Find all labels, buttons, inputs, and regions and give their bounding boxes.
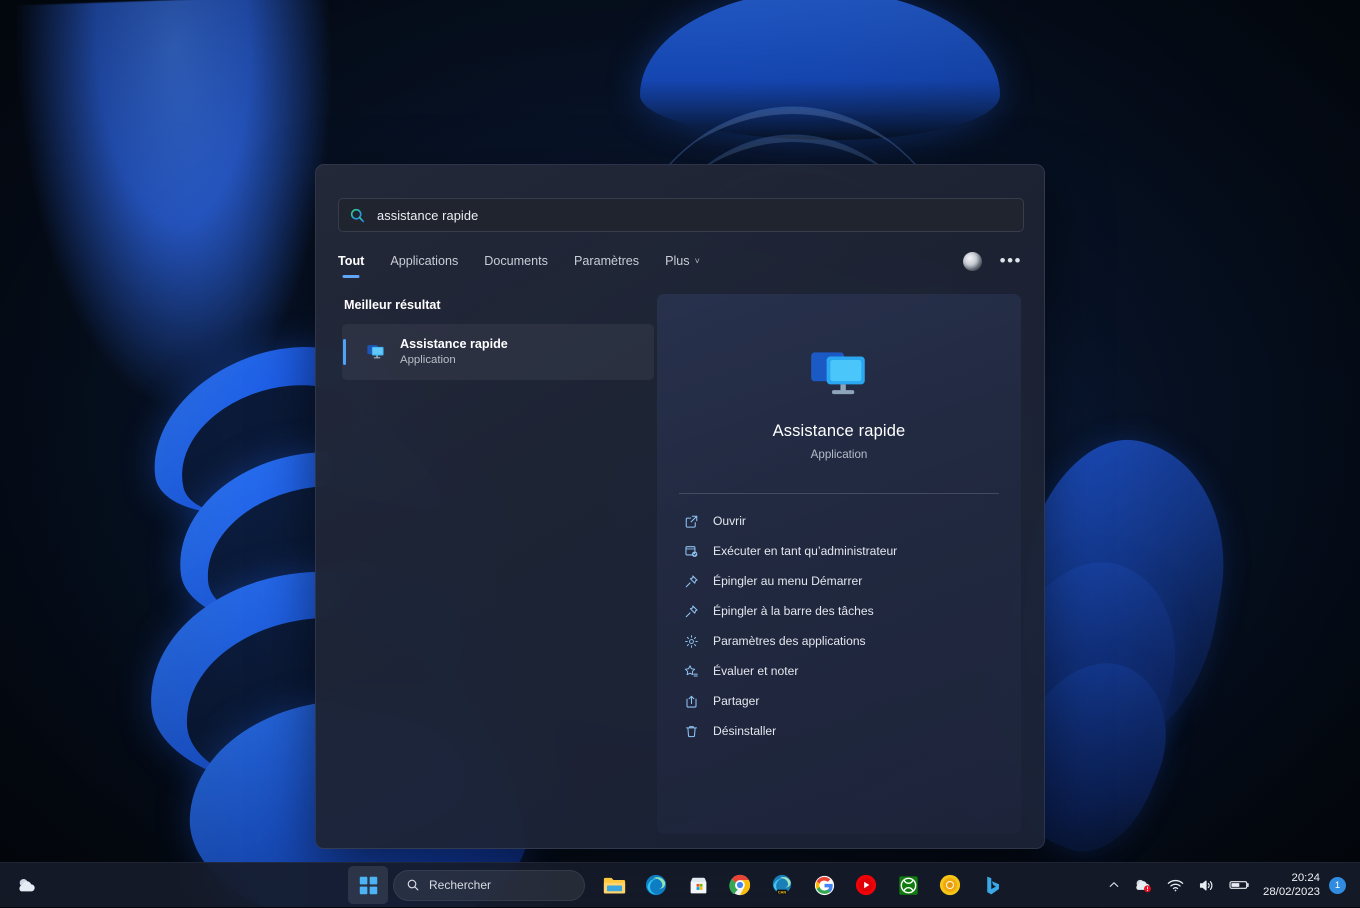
svg-text:CAN: CAN	[778, 890, 787, 894]
microsoft-store-icon[interactable]	[678, 866, 718, 904]
tab-label: Applications	[390, 254, 458, 268]
google-icon[interactable]	[804, 866, 844, 904]
action-label: Partager	[713, 694, 759, 708]
result-subtitle: Application	[400, 353, 508, 369]
action-epingler-menu-demarrer[interactable]: Épingler au menu Démarrer	[665, 566, 1013, 596]
search-input-value: assistance rapide	[377, 208, 478, 223]
action-label: Désinstaller	[713, 724, 776, 738]
result-item-assistance-rapide[interactable]: Assistance rapide Application	[342, 324, 654, 380]
search-input[interactable]: assistance rapide	[338, 198, 1024, 232]
avatar[interactable]	[963, 252, 982, 271]
start-button[interactable]	[348, 866, 388, 904]
results-column: Meilleur résultat Assistance rapide Appl…	[342, 298, 654, 380]
youtube-icon[interactable]	[846, 866, 886, 904]
gear-icon	[683, 633, 699, 649]
action-evaluer-noter[interactable]: Évaluer et noter	[665, 656, 1013, 686]
onedrive-alert-icon[interactable]	[1127, 866, 1160, 904]
clock-time: 20:24	[1263, 871, 1320, 885]
battery-icon[interactable]	[1222, 866, 1257, 904]
weather-widget[interactable]	[8, 866, 46, 904]
selection-accent-bar	[343, 339, 346, 365]
tab-documents[interactable]: Documents	[484, 254, 548, 275]
cloud-icon	[16, 876, 38, 894]
quick-assist-icon	[804, 339, 874, 405]
google-chrome-icon[interactable]	[720, 866, 760, 904]
action-label: Ouvrir	[713, 514, 746, 528]
action-label: Épingler à la barre des tâches	[713, 604, 874, 618]
bing-icon[interactable]	[972, 866, 1012, 904]
pin-icon	[683, 573, 699, 589]
action-parametres-applications[interactable]: Paramètres des applications	[665, 626, 1013, 656]
divider	[679, 493, 999, 494]
tab-label: Tout	[338, 254, 364, 268]
volume-icon[interactable]	[1191, 866, 1222, 904]
xbox-icon[interactable]	[888, 866, 928, 904]
edge-canary-icon[interactable]: CAN	[762, 866, 802, 904]
tab-tout[interactable]: Tout	[338, 254, 364, 275]
best-match-heading: Meilleur résultat	[344, 298, 654, 312]
wifi-icon[interactable]	[1160, 866, 1191, 904]
action-epingler-barre-taches[interactable]: Épingler à la barre des tâches	[665, 596, 1013, 626]
preview-app-title: Assistance rapide	[657, 422, 1021, 441]
panel-toolbar: •••	[963, 252, 1022, 277]
search-icon	[406, 878, 420, 892]
open-external-icon	[683, 513, 699, 529]
tab-plus[interactable]: Plus ˅	[665, 254, 700, 275]
preview-app-subtitle: Application	[657, 448, 1021, 461]
action-label: Exécuter en tant qu’administrateur	[713, 544, 897, 558]
search-flyout-panel: assistance rapide Tout Applications Docu…	[315, 164, 1045, 849]
taskbar-search-placeholder: Rechercher	[429, 878, 491, 892]
taskbar-search-box[interactable]: Rechercher	[393, 870, 585, 901]
action-executer-administrateur[interactable]: Exécuter en tant qu’administrateur	[665, 536, 1013, 566]
taskbar: Rechercher	[0, 862, 1360, 907]
file-explorer-icon[interactable]	[594, 866, 634, 904]
action-ouvrir[interactable]: Ouvrir	[665, 506, 1013, 536]
action-label: Paramètres des applications	[713, 634, 866, 648]
result-title: Assistance rapide	[400, 336, 508, 353]
quick-assist-icon	[365, 341, 387, 363]
action-desinstaller[interactable]: Désinstaller	[665, 716, 1013, 746]
clock-widget[interactable]: 20:24 28/02/2023	[1257, 871, 1329, 899]
tab-label: Paramètres	[574, 254, 639, 268]
taskbar-center-group: Rechercher	[348, 866, 1012, 904]
tray-overflow-button[interactable]	[1101, 866, 1127, 904]
clock-date: 28/02/2023	[1263, 885, 1320, 899]
tab-parametres[interactable]: Paramètres	[574, 254, 639, 275]
app-actions-list: Ouvrir Exécuter en tant qu’administrateu…	[657, 506, 1021, 746]
search-filter-tabs: Tout Applications Documents Paramètres P…	[338, 247, 1022, 281]
trash-icon	[683, 723, 699, 739]
share-icon	[683, 693, 699, 709]
search-icon	[349, 207, 366, 224]
action-label: Épingler au menu Démarrer	[713, 574, 862, 588]
notification-badge[interactable]: 1	[1329, 877, 1346, 894]
tab-applications[interactable]: Applications	[390, 254, 458, 275]
chrome-canary-icon[interactable]	[930, 866, 970, 904]
microsoft-edge-icon[interactable]	[636, 866, 676, 904]
action-partager[interactable]: Partager	[665, 686, 1013, 716]
tab-label: Plus	[665, 254, 690, 268]
chevron-down-icon: ˅	[695, 256, 700, 266]
app-preview-pane: Assistance rapide Application Ouvrir	[657, 294, 1021, 834]
system-tray: 20:24 28/02/2023 1	[1101, 863, 1350, 908]
shield-run-icon	[683, 543, 699, 559]
star-rate-icon	[683, 663, 699, 679]
action-label: Évaluer et noter	[713, 664, 798, 678]
tab-label: Documents	[484, 254, 548, 268]
pin-icon	[683, 603, 699, 619]
more-options-button[interactable]: •••	[1000, 257, 1022, 265]
